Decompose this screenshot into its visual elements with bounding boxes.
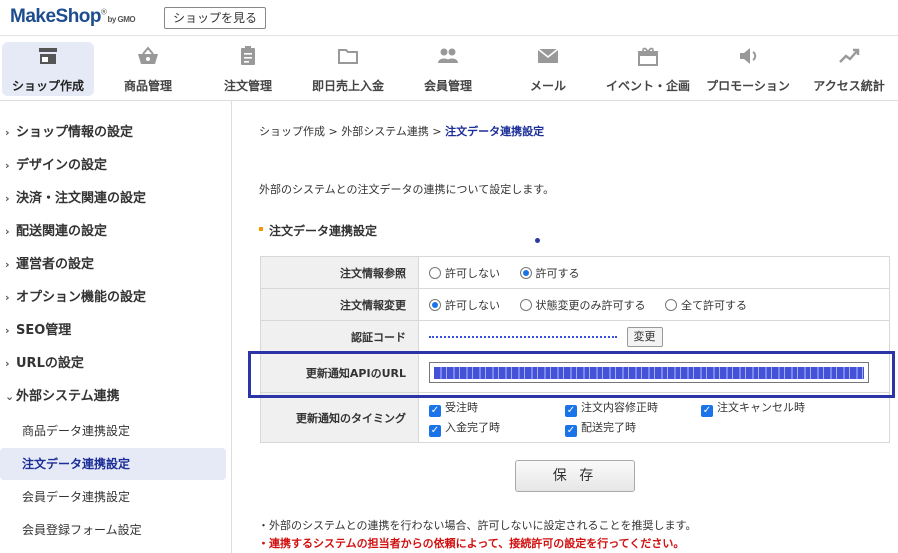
breadcrumb-separator: > (328, 125, 338, 138)
nav-label: 会員管理 (423, 79, 472, 93)
checkbox-on-payment[interactable]: ✓ 入金完了時 (429, 419, 500, 437)
row-order-ref: 注文情報参照 許可しない 許可する (260, 256, 890, 289)
sidebar-item-options[interactable]: › オプション機能の設定 (0, 282, 226, 314)
nav-item-same-day-sales[interactable]: 即日売上入金 (300, 42, 396, 96)
nav-item-orders[interactable]: 注文管理 (202, 42, 294, 96)
nav-item-events[interactable]: イベント・企画 (600, 42, 696, 96)
breadcrumb-shop-create[interactable]: ショップ作成 (259, 125, 325, 138)
chevron-right-icon: › (5, 258, 10, 271)
row-auth-code: 認証コード 変更 (260, 320, 890, 353)
checkbox-on-order-cancel[interactable]: ✓ 注文キャンセル時 (701, 399, 805, 417)
sidebar-item-shop-info[interactable]: › ショップ情報の設定 (0, 117, 226, 149)
chevron-right-icon: › (5, 159, 10, 172)
label-order-ref: 注文情報参照 (260, 256, 419, 289)
logo-sub: by GMO (107, 15, 136, 24)
radio-order-ref-allow[interactable]: 許可する (519, 265, 580, 281)
speaker-icon (740, 48, 757, 64)
chevron-right-icon: › (5, 225, 10, 238)
intro-text: 外部のシステムとの注文データの連携について設定します。 (259, 183, 555, 196)
save-button[interactable]: 保 存 (515, 460, 635, 492)
trend-icon (839, 48, 860, 63)
field-timing: ✓ 受注時 ✓ 注文内容修正時 ✓ 注文キャンセル時 ✓ 入金完了時 ✓ 配送完了時 (418, 392, 890, 443)
nav-label: メール (529, 79, 566, 93)
sidebar-sub-product-data[interactable]: 商品データ連携設定 (0, 415, 226, 447)
sidebar-item-operator[interactable]: › 運営者の設定 (0, 249, 226, 281)
chevron-right-icon: › (5, 357, 10, 370)
breadcrumb: ショップ作成 > 外部システム連携 > 注文データ連携設定 (259, 123, 544, 139)
sidebar-item-seo[interactable]: › SEO管理 (0, 315, 226, 347)
note-recommendation: ・外部のシステムとの連携を行わない場合、許可しないに設定されることを推奨します。 (258, 519, 697, 532)
settings-table: 注文情報参照 許可しない 許可する 注文情報変更 許可しない 状態変更のみ許可す… (260, 256, 890, 443)
check-icon: ✓ (429, 405, 441, 417)
sidebar-sub-member-form[interactable]: 会員登録フォーム設定 (0, 514, 226, 546)
storefront-icon (39, 48, 57, 64)
chevron-right-icon: › (5, 126, 10, 139)
breadcrumb-separator: > (432, 125, 442, 138)
note-warning: ・連携するシステムの担当者からの依頼によって、接続許可の設定を行ってください。 (258, 537, 685, 550)
nav-item-products[interactable]: 商品管理 (102, 42, 194, 96)
top-bar: MakeShop®by GMO ショップを見る (0, 0, 898, 36)
clipboard-icon (241, 46, 255, 65)
section-marker (259, 227, 263, 231)
chevron-down-icon: ⌄ (5, 390, 15, 403)
breadcrumb-external-system[interactable]: 外部システム連携 (341, 125, 429, 138)
label-auth-code: 認証コード (260, 320, 419, 353)
nav-label: ショップ作成 (11, 79, 84, 93)
radio-order-change-deny[interactable]: 許可しない (429, 297, 500, 313)
cursor-dot (535, 238, 540, 243)
nav-label: 商品管理 (123, 79, 172, 93)
radio-order-change-all[interactable]: 全て許可する (665, 297, 747, 313)
nav-label: イベント・企画 (605, 79, 690, 93)
label-order-change: 注文情報変更 (260, 288, 419, 321)
sidebar: › ショップ情報の設定 › デザインの設定 › 決済・注文関連の設定 › 配送関連の設定… (0, 101, 232, 553)
row-order-change: 注文情報変更 許可しない 状態変更のみ許可する 全て許可する (260, 288, 890, 321)
nav-item-promotion[interactable]: プロモーション (700, 42, 796, 96)
radio-order-ref-deny[interactable]: 許可しない (429, 265, 500, 281)
breadcrumb-current: 注文データ連携設定 (445, 125, 545, 138)
api-url-highlight (248, 351, 895, 398)
nav-item-shop-create[interactable]: ショップ作成 (2, 42, 94, 96)
gift-icon (638, 47, 658, 66)
label-timing: 更新通知のタイミング (260, 392, 419, 443)
auth-code-value (429, 335, 617, 338)
nav-label: 注文管理 (223, 79, 272, 93)
nav-item-members[interactable]: 会員管理 (402, 42, 494, 96)
field-order-change: 許可しない 状態変更のみ許可する 全て許可する (418, 288, 890, 321)
check-icon: ✓ (701, 405, 713, 417)
nav-item-mail[interactable]: メール (502, 42, 594, 96)
auth-code-change-button[interactable]: 変更 (626, 326, 663, 347)
basket-icon (138, 46, 158, 64)
checkbox-on-order-edit[interactable]: ✓ 注文内容修正時 (565, 399, 658, 417)
section-title: 注文データ連携設定 (259, 222, 377, 239)
sidebar-item-url[interactable]: › URLの設定 (0, 348, 226, 380)
chevron-right-icon: › (5, 291, 10, 304)
radio-order-change-status-only[interactable]: 状態変更のみ許可する (519, 297, 646, 313)
check-icon: ✓ (565, 425, 577, 437)
people-icon (438, 48, 458, 63)
sidebar-item-payment[interactable]: › 決済・注文関連の設定 (0, 183, 226, 215)
checkbox-on-delivery[interactable]: ✓ 配送完了時 (565, 419, 636, 437)
checkbox-on-order[interactable]: ✓ 受注時 (429, 399, 478, 417)
makeshop-logo[interactable]: MakeShop®by GMO (10, 6, 136, 28)
chevron-right-icon: › (5, 324, 10, 337)
nav-label: 即日売上入金 (311, 79, 384, 93)
check-icon: ✓ (429, 425, 441, 437)
sidebar-sub-order-data[interactable]: 注文データ連携設定 (0, 448, 226, 480)
main-nav: ショップ作成 商品管理 注文管理 即日売上入金 会員管理 メール イベント・企画… (0, 37, 898, 101)
sidebar-item-design[interactable]: › デザインの設定 (0, 150, 226, 182)
sidebar-item-external-system[interactable]: ⌄ 外部システム連携 (0, 381, 226, 413)
nav-label: プロモーション (706, 79, 790, 93)
mail-icon (537, 48, 559, 63)
field-order-ref: 許可しない 許可する (418, 256, 890, 289)
sidebar-sub-member-data[interactable]: 会員データ連携設定 (0, 481, 226, 513)
sidebar-item-shipping[interactable]: › 配送関連の設定 (0, 216, 226, 248)
folder-icon (338, 49, 358, 64)
nav-item-analytics[interactable]: アクセス統計 (802, 42, 896, 96)
field-auth-code: 変更 (418, 320, 890, 353)
check-icon: ✓ (565, 405, 577, 417)
row-timing: 更新通知のタイミング ✓ 受注時 ✓ 注文内容修正時 ✓ 注文キャンセル時 ✓ 入金完了… (260, 392, 890, 443)
view-shop-button[interactable]: ショップを見る (164, 7, 267, 29)
chevron-right-icon: › (5, 192, 10, 205)
nav-label: アクセス統計 (813, 79, 885, 93)
